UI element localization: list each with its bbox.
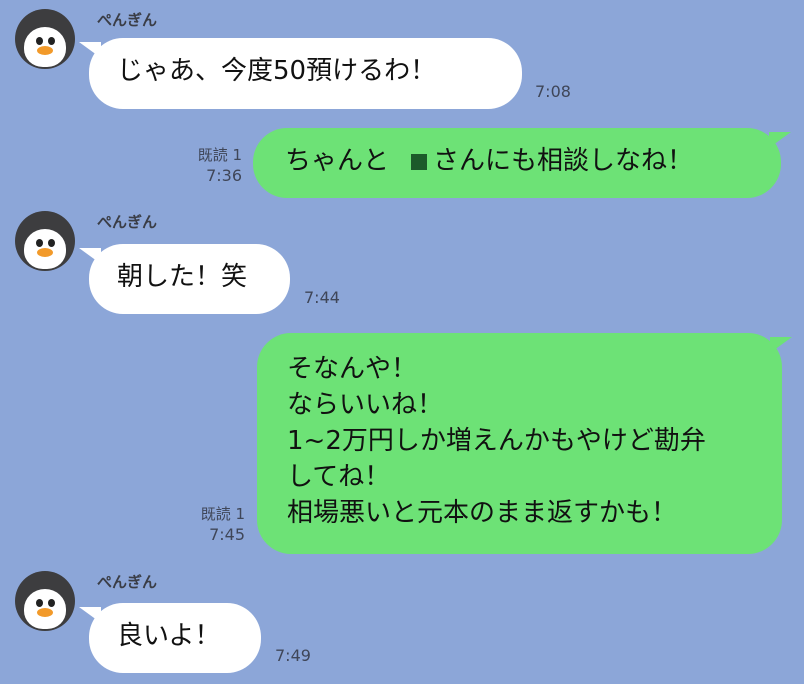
message-bubble-incoming[interactable]: じゃあ、今度50預けるわ！ <box>79 38 522 109</box>
message-text: じゃあ、今度50預けるわ！ <box>117 56 437 86</box>
message-line: 1~2万円しか増えんかもやけど勘弁 <box>287 426 706 456</box>
message-bubble-outgoing[interactable]: そなんや！ ならいいね！ 1~2万円しか増えんかもやけど勘弁 してね！ 相場悪い… <box>257 333 792 554</box>
read-receipt: 既読 1 7:36 <box>184 145 242 187</box>
message-bubble-outgoing[interactable]: ちゃんと さんにも相談しなね！ <box>253 128 791 198</box>
message-text-before: ちゃんと <box>285 146 390 176</box>
redaction-mark <box>411 153 428 170</box>
message-bubble-incoming[interactable]: 朝した！笑 <box>79 244 290 314</box>
message-text-after: さんにも相談しなね！ <box>433 146 694 176</box>
message-time: 7:45 <box>209 525 245 545</box>
penguin-avatar-icon[interactable] <box>15 211 75 271</box>
message-line: してね！ <box>287 462 391 492</box>
message-bubble-incoming[interactable]: 良いよ！ <box>79 603 261 673</box>
sender-name: ぺんぎん <box>97 213 158 231</box>
message-time: 7:08 <box>535 82 571 101</box>
message-text: 朝した！笑 <box>117 262 248 292</box>
read-label: 既読 1 <box>200 505 245 523</box>
message-line: そなんや！ <box>287 354 418 384</box>
sender-name: ぺんぎん <box>97 573 158 591</box>
message-time: 7:36 <box>206 166 242 186</box>
sender-name: ぺんぎん <box>97 11 158 29</box>
read-label: 既読 1 <box>197 146 242 164</box>
penguin-avatar-icon[interactable] <box>15 571 75 631</box>
message-time: 7:44 <box>304 288 340 307</box>
message-line: 相場悪いと元本のまま返すかも！ <box>287 498 678 528</box>
message-text: 良いよ！ <box>117 621 221 651</box>
penguin-avatar-icon[interactable] <box>15 9 75 69</box>
message-time: 7:49 <box>275 646 311 665</box>
read-receipt: 既読 1 7:45 <box>187 504 245 546</box>
message-line: ならいいね！ <box>287 390 444 420</box>
